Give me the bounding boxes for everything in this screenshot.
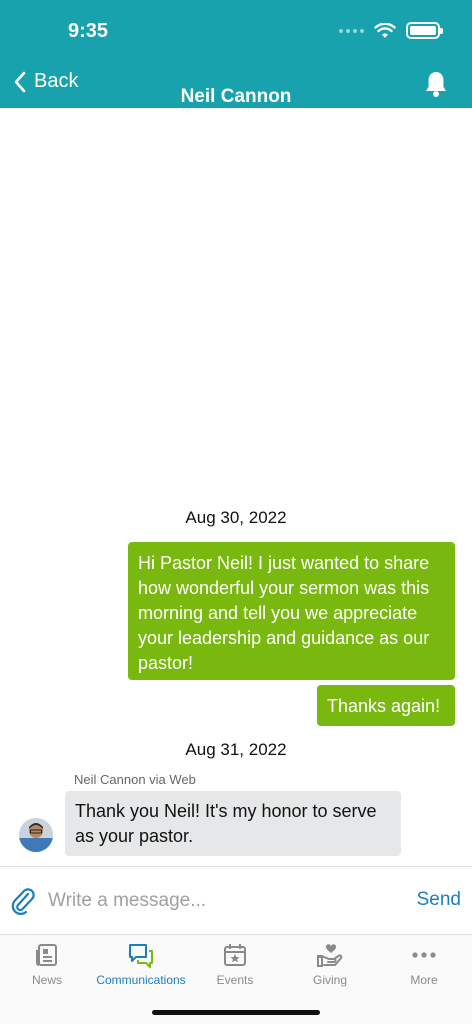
header-bar: 9:35 Back Neil Cannon <box>0 0 472 108</box>
send-button[interactable]: Send <box>417 889 461 911</box>
bell-icon <box>426 72 446 97</box>
news-icon <box>36 944 57 966</box>
date-separator: Aug 31, 2022 <box>185 740 287 759</box>
outgoing-message[interactable]: Thanks again! <box>317 685 455 726</box>
giving-icon <box>317 944 343 967</box>
attach-button[interactable] <box>10 887 36 920</box>
events-icon <box>224 944 246 966</box>
avatar-image <box>19 818 53 852</box>
tab-events[interactable]: Events <box>188 935 282 995</box>
more-icon <box>412 952 436 958</box>
tab-giving[interactable]: Giving <box>283 935 377 995</box>
tab-more[interactable]: More <box>377 935 471 995</box>
sender-label: Neil Cannon via Web <box>74 772 196 787</box>
page-title: Neil Cannon <box>180 86 292 107</box>
home-indicator <box>152 1010 320 1015</box>
communications-icon <box>129 944 153 968</box>
outgoing-message[interactable]: Hi Pastor Neil! I just wanted to share h… <box>128 542 455 680</box>
date-separator: Aug 30, 2022 <box>185 508 287 527</box>
battery-icon <box>406 22 443 39</box>
tab-label: Communications <box>96 973 186 987</box>
message-composer: Send <box>0 866 472 934</box>
wifi-icon <box>374 22 396 38</box>
message-input[interactable] <box>48 883 388 919</box>
tab-news[interactable]: News <box>0 935 94 995</box>
tab-label: Giving <box>312 973 347 987</box>
tab-communications[interactable]: Communications <box>94 935 188 995</box>
status-icons <box>339 22 443 39</box>
notifications-button[interactable] <box>424 70 448 103</box>
signal-icon <box>339 28 364 33</box>
tab-label: Events <box>216 973 254 987</box>
status-time: 9:35 <box>68 20 109 42</box>
tab-label: More <box>410 973 438 987</box>
avatar[interactable] <box>19 818 53 852</box>
tab-label: News <box>31 973 62 987</box>
paperclip-icon <box>11 888 35 915</box>
incoming-message[interactable]: Thank you Neil! It's my honor to serve a… <box>65 791 401 856</box>
